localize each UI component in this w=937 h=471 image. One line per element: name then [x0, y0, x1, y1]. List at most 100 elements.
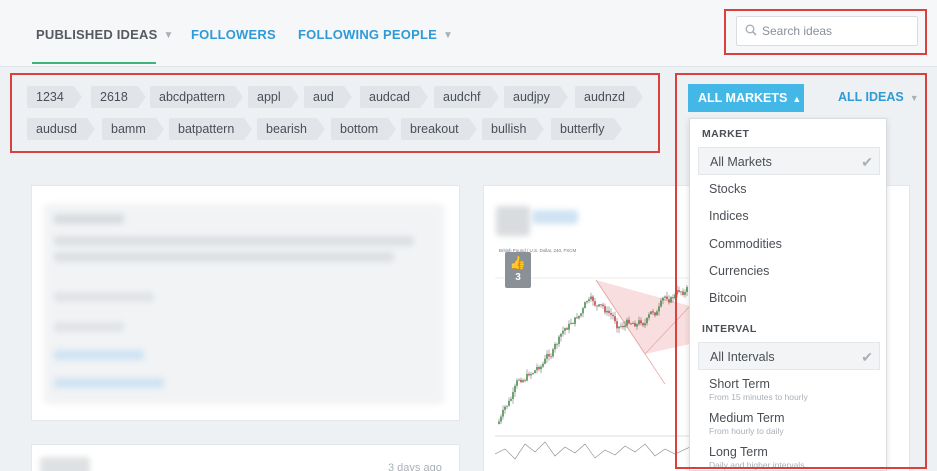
candle-body	[508, 400, 510, 406]
candle-body	[620, 325, 622, 327]
menu-item-indices[interactable]: Indices	[698, 202, 880, 230]
candle-body	[534, 370, 536, 374]
tag-appl[interactable]: appl	[248, 86, 299, 108]
menu-item-medium-term[interactable]: Medium Term From hourly to daily	[698, 404, 880, 438]
candle-body	[548, 354, 550, 357]
tag-bamm[interactable]: bamm	[102, 118, 164, 140]
tab-followers[interactable]: FOLLOWERS	[191, 27, 276, 42]
menu-item-currencies[interactable]: Currencies	[698, 257, 880, 285]
tag-butterfly[interactable]: butterfly	[551, 118, 624, 140]
tag-bullish[interactable]: bullish	[482, 118, 545, 140]
candle-body	[530, 374, 532, 376]
tag-breakout[interactable]: breakout	[401, 118, 477, 140]
tab-published-ideas[interactable]: PUBLISHED IDEAS ▼	[36, 27, 174, 42]
tab-following-people[interactable]: FOLLOWING PEOPLE ▼	[298, 27, 453, 42]
menu-item-label: All Intervals	[710, 350, 775, 364]
highlight-box-tags	[10, 73, 660, 153]
menu-item-long-term[interactable]: Long Term Daily and higher intervals	[698, 438, 880, 470]
candle-body	[636, 324, 638, 327]
candle-body	[568, 323, 570, 330]
check-icon: ✔	[861, 154, 873, 170]
tag-abcdpattern[interactable]: abcdpattern	[150, 86, 244, 108]
tag-2618[interactable]: 2618	[91, 86, 146, 108]
candle-body	[498, 421, 500, 424]
candle-body	[608, 310, 610, 314]
candle-body	[566, 328, 568, 330]
tag-1234[interactable]: 1234	[27, 86, 82, 108]
candle-body	[650, 311, 652, 315]
menu-item-short-term[interactable]: Short Term From 15 minutes to hourly	[698, 370, 880, 404]
menu-item-all-markets[interactable]: All Markets ✔	[698, 147, 880, 175]
candle-body	[542, 363, 544, 367]
candle-body	[618, 326, 620, 329]
tab-published-ideas-label: PUBLISHED IDEAS	[36, 27, 158, 42]
candle-body	[512, 392, 514, 399]
menu-item-label: All Markets	[710, 155, 772, 169]
all-ideas-button[interactable]: ALL IDEAS ▼	[838, 90, 919, 104]
candle-body	[686, 287, 688, 293]
tag-batpattern[interactable]: batpattern	[169, 118, 253, 140]
search-input[interactable]	[762, 21, 912, 41]
candle-body	[572, 323, 574, 324]
candle-body	[590, 296, 592, 300]
menu-item-sublabel: From 15 minutes to hourly	[709, 392, 808, 402]
candle-body	[582, 308, 584, 314]
menu-item-all-intervals[interactable]: All Intervals ✔	[698, 342, 880, 370]
candle-body	[660, 300, 662, 307]
candle-body	[602, 304, 604, 307]
candle-body	[638, 320, 640, 325]
candle-body	[598, 304, 600, 307]
candle-body	[506, 405, 508, 407]
candle-body	[656, 311, 658, 316]
active-tab-indicator	[32, 62, 156, 64]
candle-body	[576, 317, 578, 319]
candle-body	[520, 379, 522, 383]
candle-body	[558, 336, 560, 344]
candle-body	[554, 343, 556, 350]
candle-body	[606, 310, 608, 313]
candle-body	[626, 319, 628, 326]
candle-body	[684, 292, 686, 295]
idea-card[interactable]	[31, 185, 460, 421]
candle-body	[676, 290, 678, 295]
candle-body	[622, 325, 624, 328]
menu-item-commodities[interactable]: Commodities	[698, 230, 880, 258]
candle-body	[514, 385, 516, 393]
like-count: 3	[515, 272, 521, 283]
candle-body	[588, 299, 590, 301]
tag-audjpy[interactable]: audjpy	[504, 86, 568, 108]
menu-item-label: Bitcoin	[709, 291, 747, 305]
menu-item-label: Indices	[709, 209, 749, 223]
candle-body	[612, 314, 614, 317]
tag-audchf[interactable]: audchf	[434, 86, 499, 108]
candle-body	[504, 406, 506, 410]
candle-body	[614, 316, 616, 322]
tag-audnzd[interactable]: audnzd	[575, 86, 644, 108]
candle-body	[628, 319, 630, 324]
blurred-avatar	[40, 457, 90, 471]
menu-item-bitcoin[interactable]: Bitcoin	[698, 284, 880, 312]
search-box[interactable]	[736, 16, 918, 46]
tag-bearish[interactable]: bearish	[257, 118, 325, 140]
candle-body	[560, 333, 562, 337]
thumbs-up-icon: 👍	[509, 255, 527, 270]
chevron-down-icon: ▼	[909, 93, 919, 103]
like-button[interactable]: 👍 3	[505, 252, 531, 288]
top-nav: PUBLISHED IDEAS ▼ FOLLOWERS FOLLOWING PEO…	[0, 0, 937, 67]
candle-body	[586, 300, 588, 303]
candle-body	[570, 323, 572, 324]
candle-body	[632, 323, 634, 325]
candle-body	[604, 306, 606, 313]
candle-body	[592, 296, 594, 302]
candle-body	[654, 312, 656, 316]
blurred-preview	[44, 204, 444, 404]
tag-aud[interactable]: aud	[304, 86, 352, 108]
tag-audusd[interactable]: audusd	[27, 118, 96, 140]
tag-audcad[interactable]: audcad	[360, 86, 429, 108]
menu-item-stocks[interactable]: Stocks	[698, 175, 880, 203]
candle-body	[634, 323, 636, 327]
tag-bottom[interactable]: bottom	[331, 118, 397, 140]
all-markets-button[interactable]: ALL MARKETS ▲	[688, 84, 804, 112]
market-section-header: MARKET	[702, 128, 750, 140]
candle-body	[648, 314, 650, 318]
